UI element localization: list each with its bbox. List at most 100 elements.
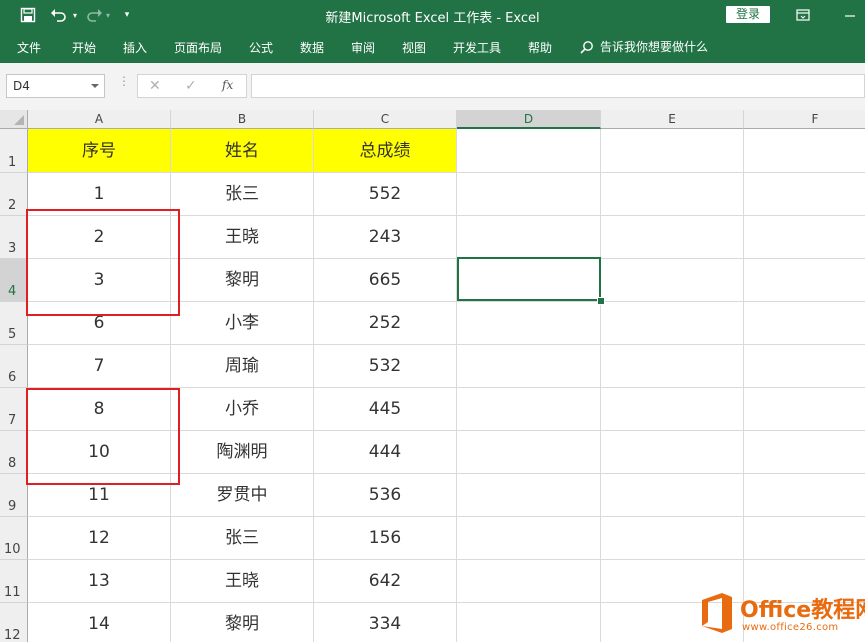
enter-icon[interactable]: ✓ — [185, 78, 197, 94]
row-header-1[interactable]: 1 — [0, 129, 28, 173]
formula-input[interactable] — [251, 74, 865, 98]
cell[interactable] — [457, 560, 601, 603]
cell-c6[interactable]: 532 — [314, 345, 457, 388]
cell[interactable] — [744, 345, 865, 388]
row-header-12[interactable]: 12 — [0, 603, 28, 642]
cell[interactable] — [601, 388, 744, 431]
cell-b7[interactable]: 小乔 — [171, 388, 314, 431]
cell[interactable] — [744, 388, 865, 431]
cell-c10[interactable]: 156 — [314, 517, 457, 560]
tab-home[interactable]: 开始 — [72, 39, 96, 56]
row-header-11[interactable]: 11 — [0, 560, 28, 603]
row-header-8[interactable]: 8 — [0, 431, 28, 474]
cell[interactable] — [457, 345, 601, 388]
header-cell-score[interactable]: 总成绩 — [314, 129, 457, 173]
cell[interactable] — [601, 216, 744, 259]
cell[interactable] — [457, 216, 601, 259]
cell[interactable] — [457, 603, 601, 642]
cell-c5[interactable]: 252 — [314, 302, 457, 345]
formula-bar-splitter[interactable]: ⋮ — [118, 75, 130, 87]
cell-b8[interactable]: 陶渊明 — [171, 431, 314, 474]
row-header-3[interactable]: 3 — [0, 216, 28, 259]
cell[interactable] — [744, 173, 865, 216]
cell[interactable] — [744, 302, 865, 345]
cell[interactable] — [601, 517, 744, 560]
tab-file[interactable]: 文件 — [17, 39, 41, 56]
cell[interactable] — [744, 259, 865, 302]
cell-b11[interactable]: 王晓 — [171, 560, 314, 603]
cell[interactable] — [457, 474, 601, 517]
cell[interactable] — [744, 517, 865, 560]
row-header-4[interactable]: 4 — [0, 259, 28, 302]
cell-a11[interactable]: 13 — [28, 560, 171, 603]
cell[interactable] — [601, 474, 744, 517]
column-header-a[interactable]: A — [28, 110, 171, 129]
cell-b6[interactable]: 周瑜 — [171, 345, 314, 388]
cell[interactable] — [601, 129, 744, 173]
cell-c3[interactable]: 243 — [314, 216, 457, 259]
row-header-5[interactable]: 5 — [0, 302, 28, 345]
ribbon-display-options-icon[interactable] — [796, 7, 810, 21]
row-header-7[interactable]: 7 — [0, 388, 28, 431]
column-header-d[interactable]: D — [457, 110, 601, 129]
name-box[interactable]: D4 — [6, 74, 105, 98]
cell[interactable] — [457, 173, 601, 216]
cell-b3[interactable]: 王晓 — [171, 216, 314, 259]
cell-a6[interactable]: 7 — [28, 345, 171, 388]
cell-c7[interactable]: 445 — [314, 388, 457, 431]
cell[interactable] — [601, 302, 744, 345]
tab-page-layout[interactable]: 页面布局 — [174, 39, 222, 56]
insert-function-icon[interactable]: fx — [222, 78, 233, 92]
cell-b10[interactable]: 张三 — [171, 517, 314, 560]
cell[interactable] — [457, 431, 601, 474]
header-cell-name[interactable]: 姓名 — [171, 129, 314, 173]
row-header-9[interactable]: 9 — [0, 474, 28, 517]
tab-data[interactable]: 数据 — [300, 39, 324, 56]
cell[interactable] — [457, 129, 601, 173]
cell-b12[interactable]: 黎明 — [171, 603, 314, 642]
fill-handle[interactable] — [597, 297, 605, 305]
tab-developer[interactable]: 开发工具 — [453, 39, 501, 56]
cell[interactable] — [744, 474, 865, 517]
tab-review[interactable]: 审阅 — [351, 39, 375, 56]
column-header-c[interactable]: C — [314, 110, 457, 129]
cell-b2[interactable]: 张三 — [171, 173, 314, 216]
cell[interactable] — [601, 431, 744, 474]
cell-c9[interactable]: 536 — [314, 474, 457, 517]
column-header-f[interactable]: F — [744, 110, 865, 129]
tab-formulas[interactable]: 公式 — [249, 39, 273, 56]
login-button[interactable]: 登录 — [726, 6, 770, 23]
cell-a10[interactable]: 12 — [28, 517, 171, 560]
cell-c8[interactable]: 444 — [314, 431, 457, 474]
cell-b4[interactable]: 黎明 — [171, 259, 314, 302]
cell[interactable] — [601, 345, 744, 388]
column-header-b[interactable]: B — [171, 110, 314, 129]
cell[interactable] — [457, 302, 601, 345]
cell[interactable] — [744, 431, 865, 474]
row-header-10[interactable]: 10 — [0, 517, 28, 560]
cell-c12[interactable]: 334 — [314, 603, 457, 642]
cancel-icon[interactable]: ✕ — [149, 78, 161, 94]
tell-me-search[interactable]: 告诉我你想要做什么 — [580, 38, 708, 55]
row-header-6[interactable]: 6 — [0, 345, 28, 388]
cell[interactable] — [601, 259, 744, 302]
tab-insert[interactable]: 插入 — [123, 39, 147, 56]
header-cell-seq[interactable]: 序号 — [28, 129, 171, 173]
cell-a12[interactable]: 14 — [28, 603, 171, 642]
minimize-icon[interactable] — [843, 7, 857, 21]
row-header-2[interactable]: 2 — [0, 173, 28, 216]
cell-c4[interactable]: 665 — [314, 259, 457, 302]
select-all-button[interactable] — [0, 110, 28, 129]
cell[interactable] — [457, 388, 601, 431]
cell-b9[interactable]: 罗贯中 — [171, 474, 314, 517]
cell[interactable] — [457, 517, 601, 560]
cell-c11[interactable]: 642 — [314, 560, 457, 603]
cell[interactable] — [601, 173, 744, 216]
cell-c2[interactable]: 552 — [314, 173, 457, 216]
tab-help[interactable]: 帮助 — [528, 39, 552, 56]
name-box-dropdown-icon[interactable] — [91, 84, 99, 88]
cell[interactable] — [744, 129, 865, 173]
worksheet-grid[interactable]: A B C D E F 1 2 3 4 5 6 7 8 9 10 11 12 序… — [0, 110, 865, 642]
cell-b5[interactable]: 小李 — [171, 302, 314, 345]
cell[interactable] — [744, 216, 865, 259]
